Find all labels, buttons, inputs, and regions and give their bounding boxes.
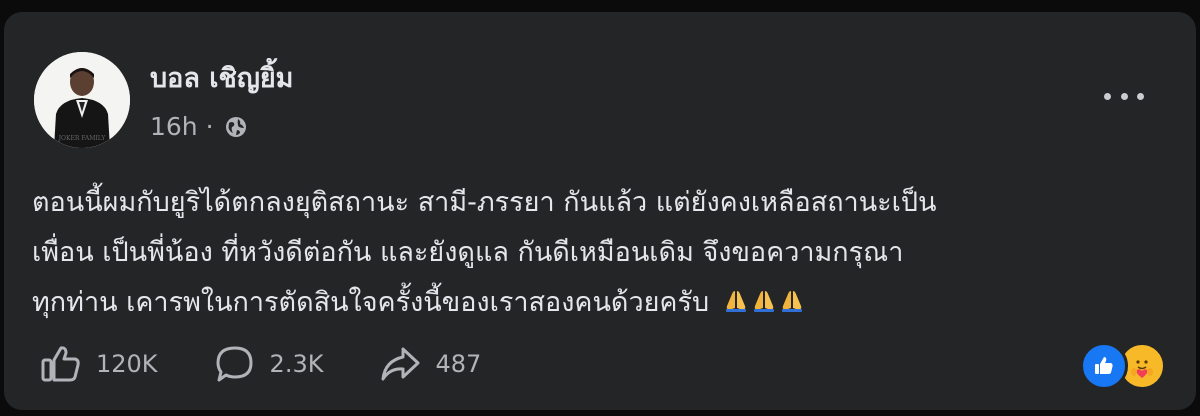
- more-dot: [1120, 92, 1128, 100]
- more-options-button[interactable]: [1104, 84, 1144, 108]
- post-meta: 16h ·: [150, 111, 248, 143]
- comment-count: 2.3K: [269, 350, 324, 378]
- post-text-line: เพื่อน เป็นพี่น้อง ที่หวังดีต่อกัน และยั…: [32, 237, 904, 268]
- care-reaction-face-icon: [1130, 353, 1154, 378]
- comment-button[interactable]: 2.3K: [214, 344, 324, 384]
- folded-hands-emoji-icon: [726, 291, 747, 312]
- post-text-line: ทุกท่าน เคารพในการตัดสินใจครั้งนี้ของเรา…: [32, 278, 1162, 328]
- like-reaction-icon: [1080, 342, 1128, 390]
- post-text: ตอนนี้ผมกับยูริได้ตกลงยุติสถานะ สามี-ภรร…: [32, 178, 1162, 328]
- share-button[interactable]: 487: [379, 344, 481, 384]
- screenshot-frame: JOKER FAMILY บอล เชิญยิ้ม 16h · ตอนนี้ผม…: [0, 0, 1200, 416]
- folded-hands-emoji-icon: [782, 291, 803, 312]
- like-button[interactable]: 120K: [40, 344, 158, 384]
- author-name[interactable]: บอล เชิญยิ้ม: [150, 62, 293, 96]
- post-card: JOKER FAMILY บอล เชิญยิ้ม 16h · ตอนนี้ผม…: [4, 12, 1196, 410]
- post-text-line: ตอนนี้ผมกับยูริได้ตกลงยุติสถานะ สามี-ภรร…: [32, 187, 937, 218]
- like-reaction-thumb-icon: [1095, 357, 1113, 374]
- post-timestamp[interactable]: 16h: [150, 111, 198, 143]
- meta-separator: ·: [205, 112, 214, 141]
- svg-text:JOKER FAMILY: JOKER FAMILY: [58, 135, 107, 142]
- comment-bubble-icon: [216, 346, 253, 382]
- more-dot: [1137, 92, 1144, 100]
- reaction-summary[interactable]: [1080, 342, 1166, 390]
- post-text-line-content: ทุกท่าน เคารพในการตัดสินใจครั้งนี้ของเรา…: [32, 287, 710, 318]
- folded-hands-emoji-icon: [754, 291, 775, 312]
- share-count: 487: [435, 350, 482, 378]
- avatar-photo: JOKER FAMILY: [34, 52, 130, 148]
- share-arrow-icon: [381, 347, 420, 381]
- more-dot: [1104, 92, 1111, 100]
- post-actions: 120K 2.3K 487: [40, 342, 537, 386]
- thumbs-up-icon: [41, 346, 80, 382]
- like-count: 120K: [96, 350, 158, 378]
- globe-icon[interactable]: [224, 115, 248, 139]
- author-avatar[interactable]: JOKER FAMILY: [34, 52, 130, 148]
